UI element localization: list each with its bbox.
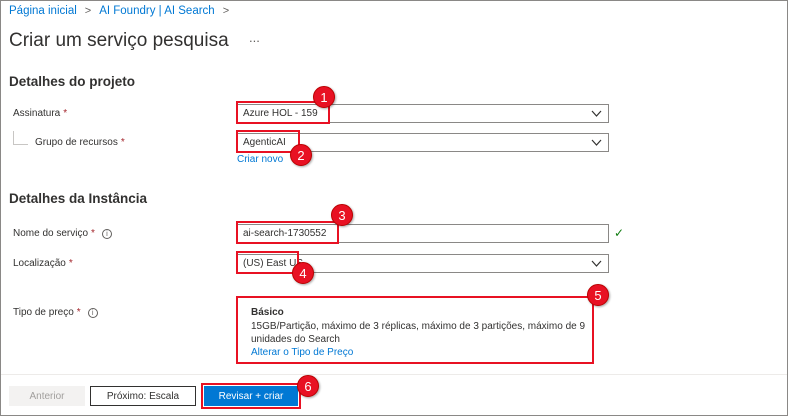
chevron-down-icon <box>591 110 602 117</box>
previous-button[interactable]: Anterior <box>9 386 85 406</box>
breadcrumb-ai-foundry-link[interactable]: AI Foundry | AI Search <box>99 5 215 17</box>
breadcrumb: Página inicial > AI Foundry | AI Search … <box>9 5 237 17</box>
required-mark: * <box>63 108 68 119</box>
required-mark: * <box>120 137 125 148</box>
info-icon[interactable]: i <box>101 228 112 239</box>
info-icon[interactable]: i <box>87 307 98 318</box>
step-badge-6: 6 <box>297 375 319 397</box>
subscription-label: Assinatura * <box>13 108 67 119</box>
highlight-box-service-name <box>236 221 339 244</box>
highlight-box-location <box>236 251 299 274</box>
breadcrumb-home-link[interactable]: Página inicial <box>9 5 77 17</box>
more-options-button[interactable]: ... <box>249 30 260 45</box>
chevron-down-icon <box>591 260 602 267</box>
step-badge-4: 4 <box>292 262 314 284</box>
location-label: Localização * <box>13 258 73 269</box>
section-project-details: Detalhes do projeto <box>9 74 136 89</box>
resource-group-label: Grupo de recursos * <box>35 137 125 148</box>
chevron-down-icon <box>591 139 602 146</box>
next-scale-button[interactable]: Próximo: Escala <box>90 386 196 406</box>
pricing-tier-label-text: Tipo de preço <box>13 307 74 318</box>
resource-group-label-text: Grupo de recursos <box>35 137 118 148</box>
step-badge-2: 2 <box>290 144 312 166</box>
page-title: Criar um serviço pesquisa <box>9 30 229 51</box>
footer-divider <box>1 374 787 375</box>
pricing-tier-label: Tipo de preço * i <box>13 307 98 318</box>
create-new-link[interactable]: Criar novo <box>237 154 283 165</box>
highlight-box-review <box>201 383 301 409</box>
chevron-right-icon: > <box>222 5 230 17</box>
highlight-box-pricing <box>236 296 594 364</box>
required-mark: * <box>68 258 73 269</box>
location-label-text: Localização <box>13 258 66 269</box>
step-badge-1: 1 <box>313 86 335 108</box>
step-badge-3: 3 <box>331 204 353 226</box>
service-name-label-text: Nome do serviço <box>13 228 89 239</box>
required-mark: * <box>91 228 95 239</box>
section-instance-details: Detalhes da Instância <box>9 191 148 206</box>
service-name-label: Nome do serviço * i <box>13 228 112 239</box>
chevron-right-icon: > <box>84 5 92 17</box>
tree-connector <box>13 131 28 145</box>
required-mark: * <box>76 307 81 318</box>
subscription-label-text: Assinatura <box>13 108 61 119</box>
checkmark-icon: ✓ <box>614 226 625 240</box>
step-badge-5: 5 <box>587 284 609 306</box>
